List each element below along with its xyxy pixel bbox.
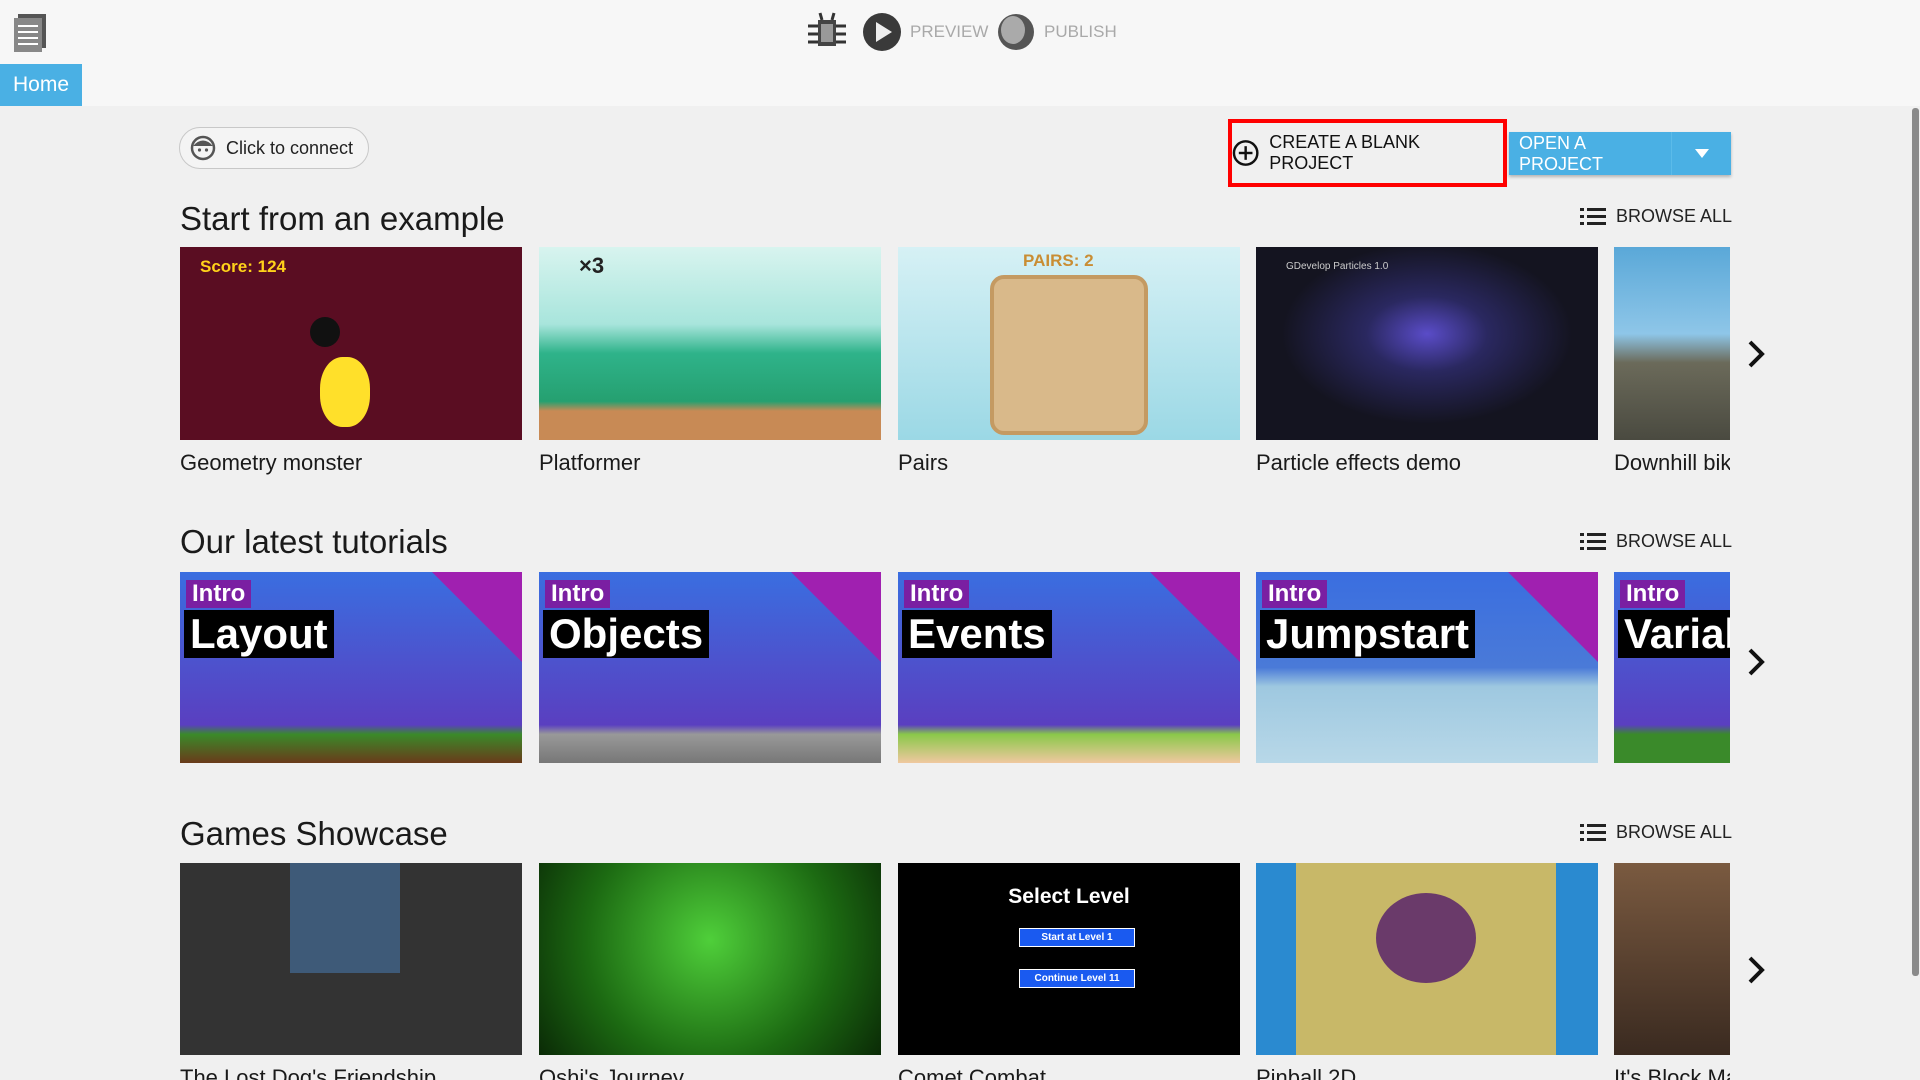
tutorial-name: Variab	[1618, 610, 1730, 658]
examples-row: Score: 124 Geometry monster ×3 Platforme…	[180, 247, 1730, 487]
browse-all-tutorials[interactable]: BROWSE ALL	[1580, 531, 1732, 552]
tutorial-card[interactable]: Intro Layout	[180, 572, 522, 763]
game-card[interactable]: Select Level Start at Level 1 Continue L…	[898, 863, 1240, 1080]
game-card[interactable]: It's Block Ma	[1614, 863, 1730, 1080]
browse-all-label: BROWSE ALL	[1616, 206, 1733, 226]
bug-icon	[808, 12, 846, 46]
browse-all-label: BROWSE ALL	[1616, 822, 1733, 842]
card-label: Oshi's Journey	[539, 1065, 684, 1080]
vertical-scrollbar[interactable]	[1912, 108, 1919, 976]
thumbnail: ×3	[539, 247, 881, 440]
avatar-icon	[190, 135, 216, 161]
thumbnail: Select Level Start at Level 1 Continue L…	[898, 863, 1240, 1055]
thumbnail	[1256, 863, 1598, 1055]
add-circle-icon	[1232, 140, 1259, 166]
card-label: Pairs	[898, 450, 949, 475]
example-card[interactable]: Downhill bik	[1614, 247, 1730, 476]
thumb-title: Select Level	[1008, 885, 1130, 908]
tutorial-card[interactable]: Intro Events	[898, 572, 1240, 763]
play-icon	[863, 13, 901, 51]
chevron-right-icon[interactable]	[1744, 642, 1768, 682]
top-toolbar: PREVIEW PUBLISH Home	[0, 0, 1920, 106]
thumbnail	[539, 863, 881, 1055]
card-label: Platformer	[539, 450, 641, 475]
card-label: Particle effects demo	[1256, 450, 1462, 475]
list-icon	[1580, 532, 1606, 550]
tutorial-card[interactable]: Intro Jumpstart	[1256, 572, 1598, 763]
preview-label: PREVIEW	[910, 22, 989, 41]
create-label: CREATE A BLANK PROJECT	[1269, 132, 1421, 173]
tutorial-intro-tag: Intro	[1262, 580, 1328, 608]
tutorial-name: Events	[902, 610, 1052, 658]
card-label: Pinball 2D	[1256, 1065, 1357, 1080]
tutorial-name: Layout	[184, 610, 334, 658]
card-label: The Lost Dog's Friendship	[180, 1065, 437, 1080]
project-manager-icon[interactable]	[12, 12, 48, 52]
thumb-text: PAIRS: 2	[1023, 251, 1094, 270]
publish-label: PUBLISH	[1044, 22, 1117, 41]
publish-icon	[998, 14, 1034, 50]
card-label: It's Block Ma	[1614, 1065, 1730, 1080]
open-label: OPEN A PROJECT	[1519, 132, 1604, 174]
thumb-text: ×3	[579, 253, 605, 278]
thumbnail	[1614, 247, 1730, 440]
list-icon	[1580, 207, 1606, 225]
example-card[interactable]: Score: 124 Geometry monster	[180, 247, 522, 476]
section-title-tutorials: Our latest tutorials	[180, 523, 448, 560]
thumb-button: Continue Level 11	[1019, 969, 1135, 988]
section-title-examples: Start from an example	[180, 200, 505, 237]
game-card[interactable]: Pinball 2D	[1256, 863, 1598, 1080]
tutorial-intro-tag: Intro	[186, 580, 252, 608]
browse-all-examples[interactable]: BROWSE ALL	[1580, 206, 1732, 227]
connect-label: Click to connect	[226, 137, 354, 158]
thumbnail: Intro Objects	[539, 572, 881, 763]
thumbnail: Intro Layout	[180, 572, 522, 763]
thumbnail: Intro Events	[898, 572, 1240, 763]
connect-button[interactable]: Click to connect	[179, 127, 369, 169]
example-card[interactable]: ×3 Platformer	[539, 247, 881, 476]
publish-button[interactable]: PUBLISH	[996, 12, 1117, 52]
debug-button[interactable]	[806, 12, 848, 52]
tutorial-name: Jumpstart	[1260, 610, 1476, 658]
open-project-button[interactable]: OPEN A PROJECT	[1509, 132, 1731, 175]
tutorial-intro-tag: Intro	[545, 580, 611, 608]
thumbnail	[1614, 863, 1730, 1055]
create-blank-project-button[interactable]: CREATE A BLANK PROJECT	[1228, 119, 1507, 187]
thumb-text: GDevelop Particles 1.0	[1286, 261, 1389, 272]
tutorial-intro-tag: Intro	[904, 580, 970, 608]
list-icon	[1580, 823, 1606, 841]
chevron-right-icon[interactable]	[1744, 334, 1768, 374]
tab-home[interactable]: Home	[0, 64, 82, 106]
open-dropdown-button[interactable]	[1671, 132, 1731, 175]
thumb-button: Start at Level 1	[1019, 928, 1135, 947]
thumbnail: Intro Jumpstart	[1256, 572, 1598, 763]
showcase-row: The Lost Dog's Friendship Oshi's Journey…	[180, 863, 1730, 1080]
tutorial-intro-tag: Intro	[1620, 580, 1686, 608]
browse-all-label: BROWSE ALL	[1616, 531, 1733, 551]
section-title-showcase: Games Showcase	[180, 815, 448, 852]
game-card[interactable]: The Lost Dog's Friendship	[180, 863, 522, 1080]
tutorial-card[interactable]: IntroVariab	[1614, 572, 1730, 763]
example-card[interactable]: GDevelop Particles 1.0 Particle effects …	[1256, 247, 1598, 476]
card-label: Geometry monster	[180, 450, 363, 475]
card-label: Downhill bik	[1614, 450, 1730, 475]
thumb-text: Score: 124	[200, 257, 286, 276]
preview-button[interactable]: PREVIEW	[862, 12, 988, 52]
browse-all-showcase[interactable]: BROWSE ALL	[1580, 822, 1732, 843]
thumbnail: GDevelop Particles 1.0	[1256, 247, 1598, 440]
example-card[interactable]: PAIRS: 2 Pairs	[898, 247, 1240, 476]
tutorials-row: Intro Layout Intro Objects Intro Events Int…	[180, 572, 1730, 764]
caret-down-icon	[1694, 148, 1709, 158]
tutorial-name: Objects	[543, 610, 710, 658]
game-card[interactable]: Oshi's Journey	[539, 863, 881, 1080]
thumbnail: IntroVariab	[1614, 572, 1730, 763]
card-label: Comet Combat	[898, 1065, 1046, 1080]
thumbnail	[180, 863, 522, 1055]
thumbnail: PAIRS: 2	[898, 247, 1240, 440]
chevron-right-icon[interactable]	[1744, 950, 1768, 990]
thumbnail: Score: 124	[180, 247, 522, 440]
tutorial-card[interactable]: Intro Objects	[539, 572, 881, 763]
